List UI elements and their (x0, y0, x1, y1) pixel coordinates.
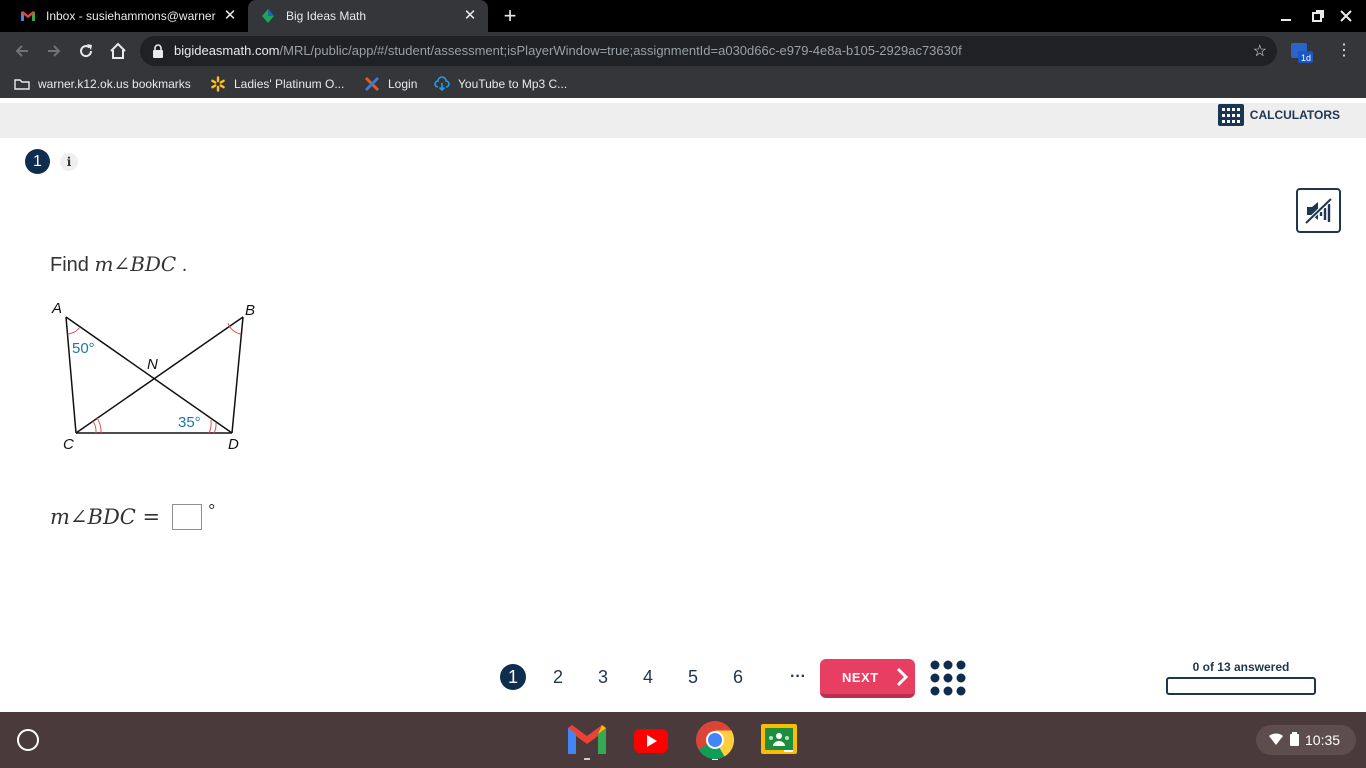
restore-icon[interactable] (1310, 8, 1326, 24)
close-tab-icon[interactable]: ✕ (462, 8, 478, 24)
question-grid-button[interactable] (929, 659, 967, 697)
bookmark-label: Login (388, 77, 418, 91)
lock-icon (152, 44, 164, 63)
chrome-icon[interactable] (694, 720, 736, 761)
battery-icon (1290, 731, 1299, 749)
triangle-figure: A B C D N 50° 35° (51, 300, 255, 453)
launcher-icon[interactable] (17, 729, 39, 751)
folder-icon (14, 76, 30, 92)
bookmark-item[interactable]: Ladies' Platinum O... (210, 76, 344, 92)
next-label: NEXT (842, 670, 879, 685)
gmail-icon[interactable] (566, 720, 608, 760)
cloud-download-icon (434, 76, 450, 92)
calculators-button[interactable]: CALCULATORS (1217, 103, 1340, 127)
prompt-math: m∠BDC (94, 252, 177, 276)
new-tab-icon[interactable]: + (500, 5, 520, 27)
tab-title: Inbox - susiehammons@warner (46, 9, 216, 23)
x-logo-icon (364, 76, 380, 92)
text-to-speech-button[interactable] (1296, 188, 1341, 233)
chevron-right-icon (896, 667, 909, 687)
label-n: N (147, 356, 158, 373)
page-button-5[interactable]: 5 (680, 664, 706, 690)
back-icon[interactable] (12, 41, 32, 61)
answer-row: m∠BDC = ° (50, 500, 216, 530)
bookmark-label: YouTube to Mp3 C... (458, 77, 568, 91)
prompt-period: . (181, 254, 188, 276)
label-c: C (63, 436, 74, 453)
browser-menu-icon[interactable]: ⋮ (1336, 41, 1352, 61)
forward-icon[interactable] (44, 41, 64, 61)
reload-icon[interactable] (76, 41, 96, 61)
more-pages-button[interactable]: ··· (786, 664, 810, 690)
youtube-icon[interactable] (630, 720, 672, 760)
calculators-label: CALCULATORS (1249, 108, 1340, 122)
assessment-header: CALCULATORS (0, 103, 1366, 138)
figure-lines (65, 316, 244, 434)
bookmark-item[interactable]: YouTube to Mp3 C... (434, 76, 567, 92)
page-button-6[interactable]: 6 (725, 664, 751, 690)
page-button-1[interactable]: 1 (500, 664, 526, 690)
angle-a-label: 50° (72, 340, 95, 357)
speaker-muted-icon (1304, 197, 1333, 225)
progress-bar (1166, 677, 1316, 695)
browser-tab-strip: Inbox - susiehammons@warner ✕ Big Ideas … (0, 0, 1366, 32)
minimize-icon[interactable] (1278, 8, 1294, 24)
os-shelf (0, 712, 1366, 768)
bookmark-star-icon[interactable]: ☆ (1253, 41, 1267, 61)
label-d: D (228, 436, 239, 453)
address-bar[interactable]: bigideasmath.com/MRL/public/app/#/studen… (140, 36, 1277, 66)
url-text: bigideasmath.com/MRL/public/app/#/studen… (174, 43, 962, 58)
bookmark-folder[interactable]: warner.k12.ok.us bookmarks (14, 76, 191, 92)
google-classroom-icon[interactable] (758, 720, 800, 760)
browser-toolbar: bigideasmath.com/MRL/public/app/#/studen… (0, 32, 1366, 70)
close-tab-icon[interactable]: ✕ (222, 8, 238, 24)
question-number-badge: 1 (25, 149, 50, 174)
page-button-3[interactable]: 3 (590, 664, 616, 690)
angle-d-label: 35° (178, 414, 201, 431)
question-prompt: Find m∠BDC . (50, 252, 187, 277)
info-icon[interactable]: i (60, 153, 78, 171)
next-button[interactable]: NEXT (820, 659, 915, 698)
label-a: A (51, 300, 62, 317)
svg-text:1d: 1d (1301, 53, 1311, 63)
bookmark-item[interactable]: Login (364, 76, 417, 92)
prompt-text: Find (50, 254, 89, 276)
tab-big-ideas-math[interactable]: Big Ideas Math ✕ (248, 0, 488, 32)
walmart-spark-icon (210, 76, 226, 92)
clock: 10:35 (1305, 732, 1341, 748)
wifi-icon (1268, 732, 1284, 749)
tab-inbox[interactable]: Inbox - susiehammons@warner ✕ (8, 0, 248, 32)
bookmarks-bar: warner.k12.ok.us bookmarks Ladies' Plati… (0, 70, 1366, 98)
big-ideas-math-icon (260, 8, 276, 24)
calculator-icon (1217, 104, 1244, 126)
page-button-4[interactable]: 4 (635, 664, 661, 690)
extension-icon[interactable]: 1d (1290, 42, 1313, 64)
system-tray[interactable]: 10:35 (1256, 725, 1356, 755)
degree-symbol: ° (208, 500, 216, 521)
answer-label: m∠BDC = (50, 505, 161, 529)
bookmark-label: warner.k12.ok.us bookmarks (38, 77, 191, 91)
answer-input[interactable] (172, 504, 203, 530)
progress-label: 0 of 13 answered (1192, 660, 1290, 674)
page-button-2[interactable]: 2 (545, 664, 571, 690)
label-b: B (245, 302, 255, 319)
tab-title: Big Ideas Math (286, 9, 367, 23)
gmail-icon (20, 8, 36, 24)
home-icon[interactable] (108, 41, 128, 61)
close-window-icon[interactable] (1338, 8, 1354, 24)
bookmark-label: Ladies' Platinum O... (234, 77, 345, 91)
grid-dots-icon (930, 660, 966, 696)
